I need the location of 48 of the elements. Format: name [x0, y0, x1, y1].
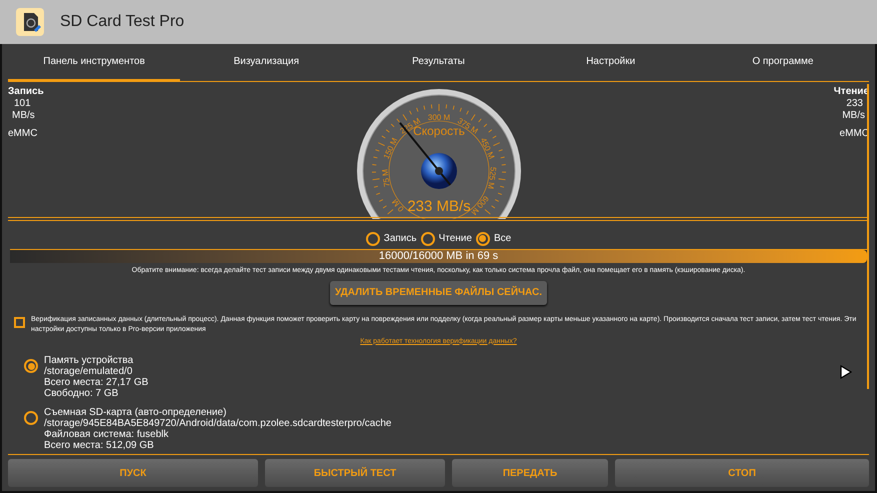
tab[interactable]: Панель инструментов: [8, 44, 180, 81]
storage-info-line: Файловая система: fuseblk: [44, 429, 170, 440]
scale-label: 600 M: [468, 194, 490, 217]
storage-info-line: /storage/emulated/0: [44, 366, 134, 377]
sd-card-icon: [16, 8, 44, 36]
scale-label: 300 M: [427, 113, 450, 122]
speed-value: 233: [845, 98, 864, 110]
mode-label: Запись: [384, 232, 417, 246]
scale-label: 450 M: [478, 136, 496, 160]
stat-label: Запись: [8, 86, 44, 98]
app-title: SD Card Test Pro: [60, 12, 184, 32]
memory-type: eMMC: [840, 128, 869, 140]
action-button[interactable]: БЫСТРЫЙ ТЕСТ: [265, 459, 445, 487]
scale-label: 0 M: [390, 197, 406, 214]
storage-info-line: Свободно: 7 GB: [44, 388, 120, 399]
gauge-reading: 233 MB/s: [406, 198, 470, 215]
action-button[interactable]: ПЕРЕДАТЬ: [452, 459, 608, 487]
delete-temp-files-button[interactable]: УДАЛИТЬ ВРЕМЕННЫЕ ФАЙЛЫ СЕЙЧАС.: [330, 280, 548, 304]
speed-unit: MB/s: [841, 110, 866, 122]
progress-label: 16000/16000 MB in 69 s: [378, 250, 500, 263]
scale-label: 75 M: [380, 168, 392, 188]
tab[interactable]: Визуализация: [180, 44, 352, 81]
mouse-cursor-icon: [840, 365, 852, 379]
storage-info-line: Всего места: 27,17 GB: [44, 377, 148, 388]
radio-button[interactable]: [366, 232, 380, 246]
storage-info-line: /storage/945E84BA5E849720/Android/data/com.pzolee.sdcardtesterpro/cache: [44, 418, 392, 429]
mode-label: Чтение: [438, 232, 472, 246]
speed-value: 101: [13, 98, 32, 110]
action-button[interactable]: ПУСК: [8, 459, 258, 487]
tab[interactable]: О программе: [696, 44, 870, 81]
storage-info-line: Всего места: 512,09 GB: [44, 440, 155, 451]
tab[interactable]: Настройки: [524, 44, 697, 81]
gauge-title: Скорость: [412, 124, 464, 138]
radio-button[interactable]: [24, 411, 38, 425]
checkbox[interactable]: [14, 316, 25, 328]
mode-label: Все: [494, 232, 512, 246]
radio-button[interactable]: [420, 232, 435, 246]
scale-label: 525 M: [486, 166, 498, 190]
tab[interactable]: Результаты: [352, 44, 525, 81]
speed-unit: MB/s: [11, 110, 36, 122]
storage-info-line: Память устройства: [44, 355, 134, 366]
scale-label: 150 M: [381, 136, 399, 160]
storage-info-line: Съемная SD-карта (авто-определение): [44, 407, 228, 418]
action-button[interactable]: СТОП: [615, 459, 869, 487]
memory-type: eMMC: [8, 128, 38, 140]
globe-icon: [420, 153, 456, 189]
radio-button[interactable]: [476, 232, 490, 246]
radio-button[interactable]: [24, 359, 38, 373]
